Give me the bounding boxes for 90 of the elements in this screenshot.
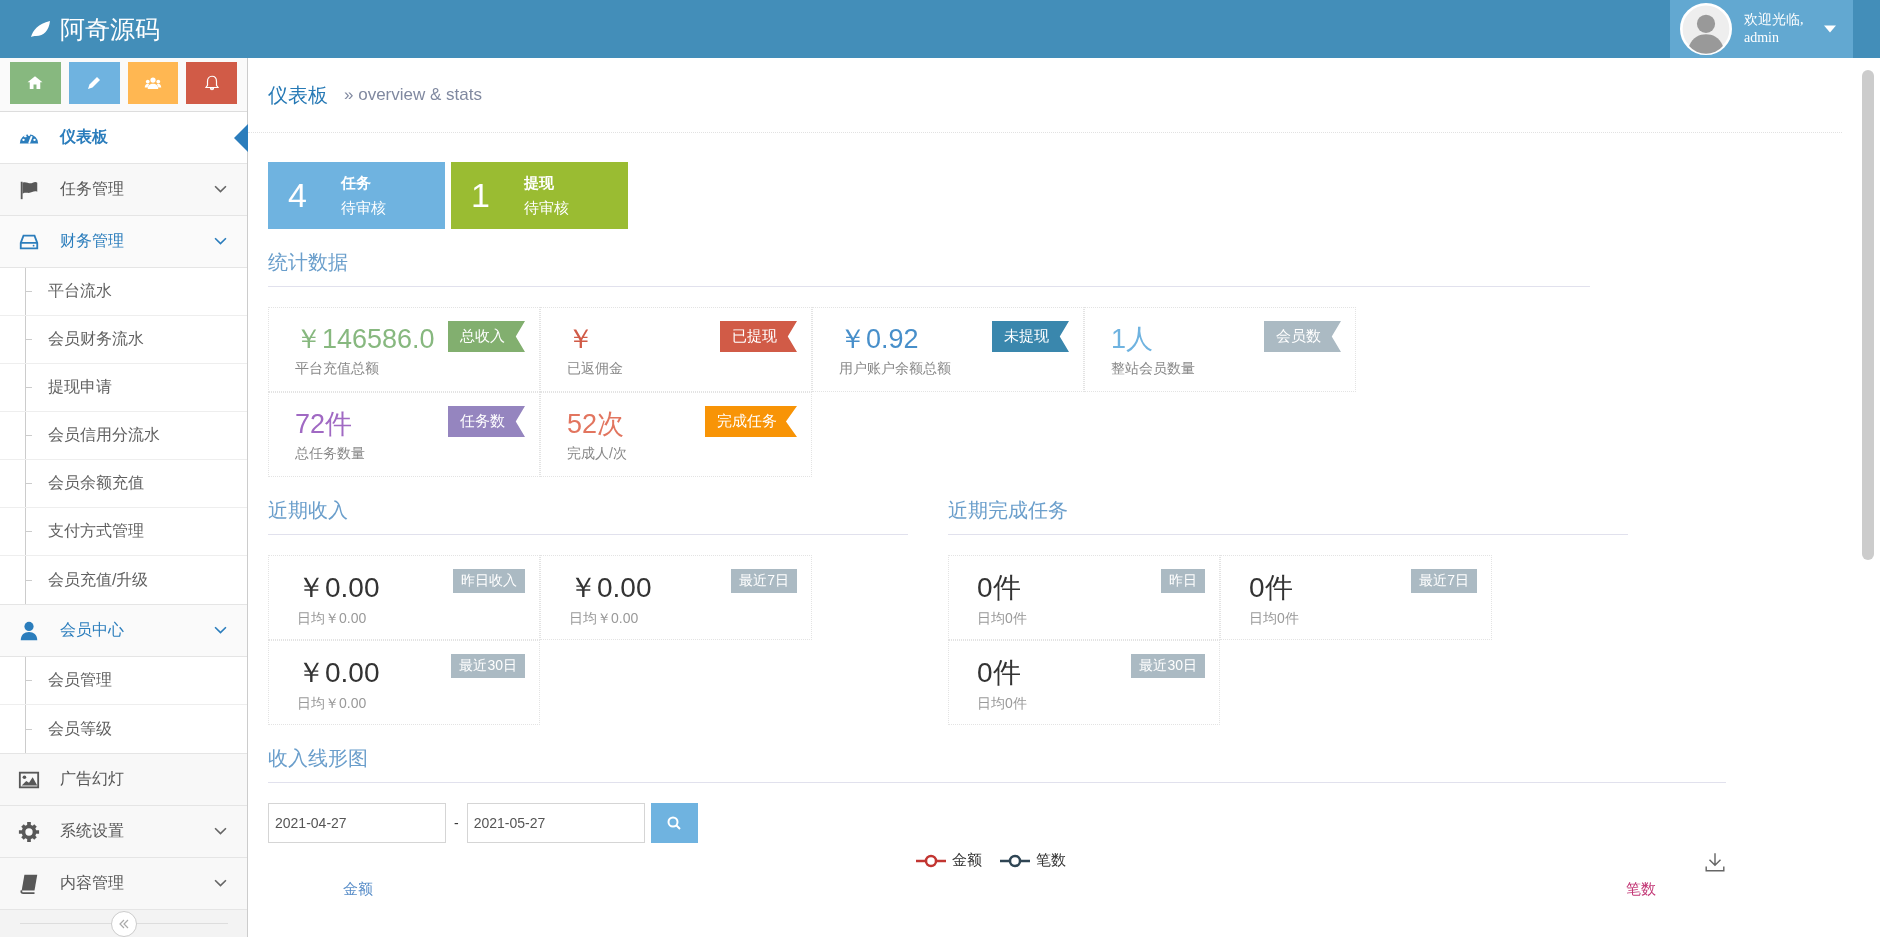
pending-count: 4: [288, 176, 307, 215]
menu-item[interactable]: 内容管理: [0, 858, 247, 910]
section-title: 收入线形图: [268, 745, 1726, 783]
legend-label[interactable]: 金额: [952, 851, 982, 870]
home-button[interactable]: [10, 62, 61, 104]
legend-label[interactable]: 笔数: [1036, 851, 1066, 870]
stat-value: 72件: [295, 409, 353, 439]
page-title: 仪表板: [268, 82, 328, 108]
bell-button[interactable]: [186, 62, 237, 104]
users-icon: [143, 74, 162, 92]
date-separator: -: [453, 815, 460, 831]
user-icon: [18, 619, 40, 642]
pending-label: 提现: [523, 172, 555, 193]
stat-caption: 完成人/次: [567, 445, 627, 463]
pending-status: 待审核: [340, 197, 386, 218]
ribbon-label: 未提现: [992, 321, 1069, 352]
stat-value: ￥146586.0: [295, 324, 435, 354]
submenu-item[interactable]: 会员余额充值: [0, 460, 247, 508]
search-icon: [666, 815, 683, 831]
section-title: 近期完成任务: [948, 497, 1628, 535]
submenu-item[interactable]: 提现申请: [0, 364, 247, 412]
summary-caption: 日均0件: [977, 695, 1027, 713]
menu-item[interactable]: 系统设置: [0, 806, 247, 858]
section-title: 近期收入: [268, 497, 908, 535]
menu-item[interactable]: 仪表板: [0, 112, 247, 164]
menu-item[interactable]: 会员中心: [0, 605, 247, 657]
double-chevron-icon: [117, 917, 130, 930]
stat-value: ￥: [567, 324, 594, 354]
user-name: admin: [1744, 29, 1780, 47]
submenu-item[interactable]: 会员财务流水: [0, 316, 247, 364]
menu-item[interactable]: 任务管理: [0, 164, 247, 216]
stat-value: ￥0.92: [839, 324, 919, 354]
period-label: 昨日: [1161, 569, 1205, 593]
avatar: [1680, 3, 1732, 55]
download-icon: [1704, 851, 1726, 873]
period-label: 最近30日: [451, 654, 525, 678]
book-icon: [18, 872, 40, 895]
date-field[interactable]: 2021-05-27: [466, 803, 645, 843]
bell-icon: [202, 74, 221, 92]
users-button[interactable]: [127, 62, 179, 104]
summary-caption: 日均0件: [1249, 610, 1299, 628]
pending-count: 1: [471, 176, 490, 215]
axis-title: 金额: [343, 880, 373, 899]
submenu-item[interactable]: 平台流水: [0, 268, 247, 316]
summary-value: 0件: [977, 657, 1021, 689]
collapse-button[interactable]: [110, 910, 137, 937]
axis-title: 笔数: [1626, 880, 1656, 899]
menu-item[interactable]: 财务管理: [0, 216, 247, 268]
home-icon: [26, 74, 45, 92]
menu-item[interactable]: 广告幻灯: [0, 754, 247, 806]
summary-caption: 日均￥0.00: [297, 695, 367, 713]
pending-status: 待审核: [523, 197, 569, 218]
period-label: 最近30日: [1131, 654, 1205, 678]
stat-value: 1人: [1111, 324, 1154, 354]
date-field[interactable]: 2021-04-27: [268, 803, 446, 843]
submenu-item[interactable]: 会员信用分流水: [0, 412, 247, 460]
stat-caption: 总任务数量: [295, 445, 365, 463]
greeting-text: 欢迎光临,: [1744, 11, 1804, 29]
page-subtitle: » overview & stats: [344, 85, 482, 105]
summary-value: ￥0.00: [297, 657, 380, 689]
ribbon-label: 总收入: [448, 321, 525, 352]
period-label: 昨日收入: [453, 569, 525, 593]
ribbon-label: 任务数: [448, 406, 525, 437]
stat-caption: 用户账户余额总额: [839, 360, 951, 378]
period-label: 最近7日: [731, 569, 797, 593]
summary-caption: 日均￥0.00: [297, 610, 367, 628]
submenu-item[interactable]: 会员管理: [0, 657, 247, 705]
pencil-button[interactable]: [68, 62, 120, 104]
summary-caption: 日均0件: [977, 610, 1027, 628]
stat-caption: 平台充值总额: [295, 360, 379, 378]
pending-label: 任务: [340, 172, 372, 193]
search-button[interactable]: [650, 803, 698, 843]
ribbon-label: 完成任务: [705, 406, 797, 437]
section-title: 统计数据: [268, 249, 1590, 287]
scrollbar[interactable]: [1862, 70, 1874, 560]
stat-caption: 已返佣金: [567, 360, 623, 378]
summary-value: ￥0.00: [569, 572, 652, 604]
summary-value: ￥0.00: [297, 572, 380, 604]
ribbon-label: 已提现: [720, 321, 797, 352]
stat-value: 52次: [567, 409, 625, 439]
period-label: 最近7日: [1411, 569, 1477, 593]
submenu-item[interactable]: 支付方式管理: [0, 508, 247, 556]
ribbon-label: 会员数: [1264, 321, 1341, 352]
summary-value: 0件: [1249, 572, 1293, 604]
brand-name: 阿奇源码: [60, 13, 160, 45]
gear-icon: [18, 820, 40, 843]
stat-caption: 整站会员数量: [1111, 360, 1195, 378]
summary-caption: 日均￥0.00: [569, 610, 639, 628]
caret-icon: [1823, 25, 1836, 33]
summary-value: 0件: [977, 572, 1021, 604]
